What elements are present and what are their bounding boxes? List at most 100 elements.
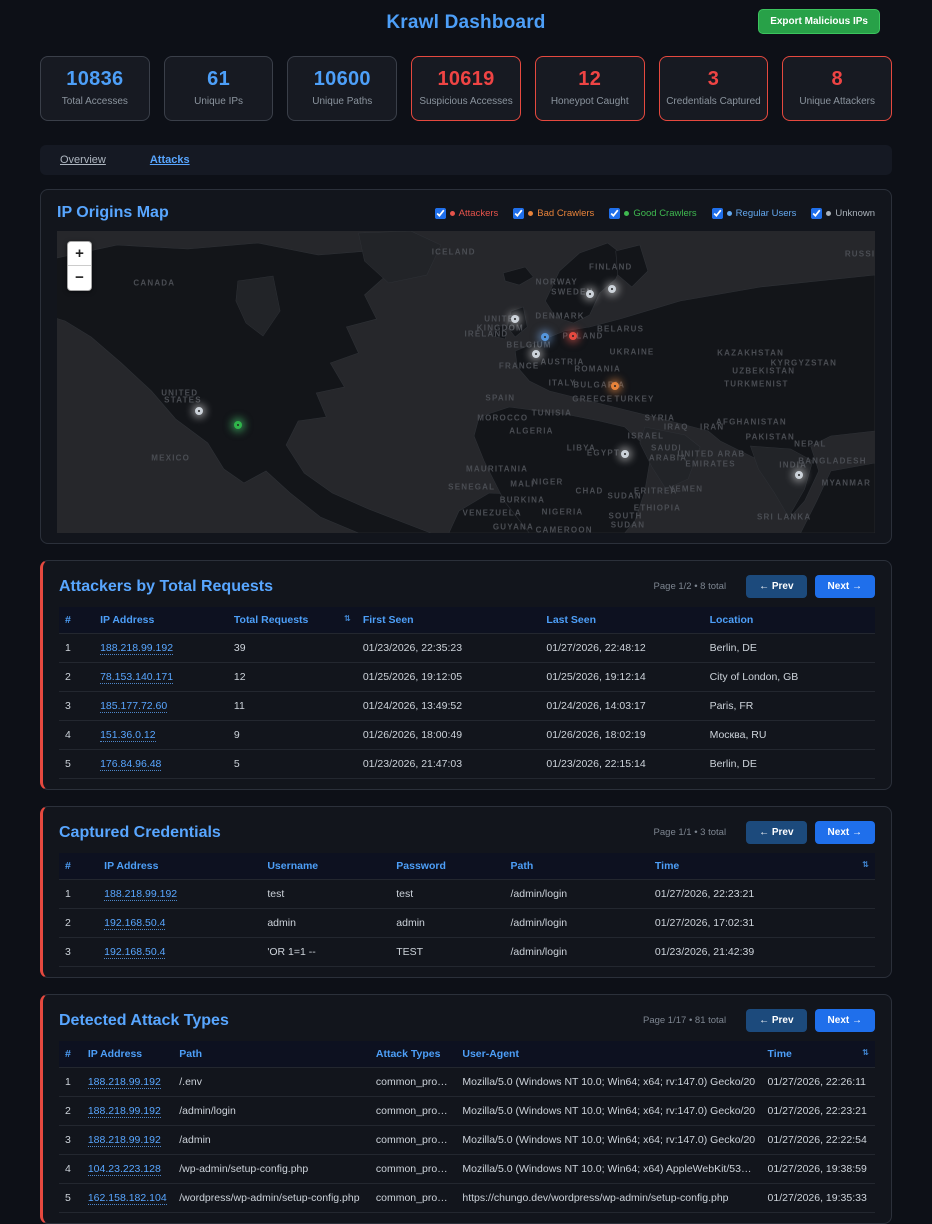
cell-time: 01/23/2026, 21:42:39 <box>649 938 875 967</box>
ip-address-link[interactable]: 104.23.223.128 <box>88 1163 161 1176</box>
cell-first-seen: 01/23/2026, 21:47:03 <box>357 750 541 779</box>
next-page-button[interactable]: Next → <box>815 821 875 844</box>
cell-: 5 <box>59 1184 82 1213</box>
column-header-ip-address[interactable]: IP Address <box>98 853 261 880</box>
ip-address-link[interactable]: 151.36.0.12 <box>100 729 155 742</box>
ip-address-link[interactable]: 188.218.99.192 <box>88 1076 161 1089</box>
page-info: Page 1/17 • 81 total <box>643 1015 726 1026</box>
column-header-username[interactable]: Username <box>261 853 390 880</box>
cell-: 2 <box>59 1097 82 1126</box>
sort-icon[interactable]: ⇅ <box>344 614 351 623</box>
legend-checkbox-regular-users[interactable] <box>712 208 723 219</box>
legend-dot-icon <box>727 211 732 216</box>
stat-label: Unique Paths <box>292 96 392 107</box>
stat-label: Total Accesses <box>45 96 145 107</box>
map-zoom-out-button[interactable]: − <box>68 266 91 290</box>
legend-item-good-crawlers[interactable]: Good Crawlers <box>609 208 696 219</box>
legend-item-regular-users[interactable]: Regular Users <box>712 208 797 219</box>
column-header-[interactable]: # <box>59 853 98 880</box>
cell-ip-address: 78.153.140.171 <box>94 663 228 692</box>
orange-map-marker[interactable] <box>611 382 619 390</box>
export-malicious-ips-button[interactable]: Export Malicious IPs <box>758 9 880 34</box>
pagination: Page 1/2 • 8 total← PrevNext → <box>654 575 875 598</box>
page-info: Page 1/1 • 3 total <box>654 827 727 838</box>
stat-card-unique-attackers: 8Unique Attackers <box>782 56 892 121</box>
blue-map-marker[interactable] <box>541 333 549 341</box>
column-header-password[interactable]: Password <box>390 853 504 880</box>
gray-map-marker[interactable] <box>608 285 616 293</box>
red-map-marker[interactable] <box>569 332 577 340</box>
ip-address-link[interactable]: 188.218.99.192 <box>88 1134 161 1147</box>
table-row: 3192.168.50.4'OR 1=1 --TEST/admin/login0… <box>59 938 875 967</box>
column-header-time[interactable]: Time⇅ <box>762 1041 875 1068</box>
tab-overview[interactable]: Overview <box>60 154 106 166</box>
column-header-first-seen[interactable]: First Seen <box>357 607 541 634</box>
legend-checkbox-good-crawlers[interactable] <box>609 208 620 219</box>
gray-map-marker[interactable] <box>532 350 540 358</box>
table-row: 1188.218.99.192/.envcommon_probesMozilla… <box>59 1068 875 1097</box>
map-zoom-in-button[interactable]: + <box>68 242 91 266</box>
cell-path: /admin/login <box>505 909 649 938</box>
tab-attacks[interactable]: Attacks <box>150 154 190 166</box>
column-header-last-seen[interactable]: Last Seen <box>540 607 703 634</box>
legend-checkbox-unknown[interactable] <box>811 208 822 219</box>
column-header-[interactable]: # <box>59 1041 82 1068</box>
stat-label: Honeypot Caught <box>540 96 640 107</box>
sort-icon[interactable]: ⇅ <box>862 1048 869 1057</box>
cell-: 5 <box>59 750 94 779</box>
ip-address-link[interactable]: 192.168.50.4 <box>104 917 165 930</box>
ip-address-link[interactable]: 188.218.99.192 <box>100 642 173 655</box>
cell-password: admin <box>390 909 504 938</box>
ip-address-link[interactable]: 162.158.182.104 <box>88 1192 167 1205</box>
column-header-[interactable]: # <box>59 607 94 634</box>
legend-checkbox-attackers[interactable] <box>435 208 446 219</box>
cell-location: Berlin, DE <box>704 750 875 779</box>
column-header-time[interactable]: Time⇅ <box>649 853 875 880</box>
column-header-ip-address[interactable]: IP Address <box>94 607 228 634</box>
legend-item-unknown[interactable]: Unknown <box>811 208 875 219</box>
ip-address-link[interactable]: 188.218.99.192 <box>88 1105 161 1118</box>
column-header-user-agent[interactable]: User-Agent <box>456 1041 761 1068</box>
column-header-ip-address[interactable]: IP Address <box>82 1041 173 1068</box>
prev-page-button[interactable]: ← Prev <box>746 575 806 598</box>
column-header-location[interactable]: Location <box>704 607 875 634</box>
table-card-header: Captured CredentialsPage 1/1 • 3 total← … <box>59 821 875 844</box>
gray-map-marker[interactable] <box>586 290 594 298</box>
column-header-path[interactable]: Path <box>505 853 649 880</box>
prev-page-button[interactable]: ← Prev <box>746 1009 806 1032</box>
prev-page-button[interactable]: ← Prev <box>746 821 806 844</box>
cell-total-requests: 9 <box>228 721 357 750</box>
green-map-marker[interactable] <box>234 421 242 429</box>
cell-: 3 <box>59 1126 82 1155</box>
table-header-row: #IP AddressPathAttack TypesUser-AgentTim… <box>59 1041 875 1068</box>
cell-ip-address: 188.218.99.192 <box>82 1068 173 1097</box>
data-table: #IP AddressUsernamePasswordPathTime⇅1188… <box>59 853 875 967</box>
ip-address-link[interactable]: 188.218.99.192 <box>104 888 177 901</box>
legend-item-bad-crawlers[interactable]: Bad Crawlers <box>513 208 594 219</box>
attackers-by-total-requests-card: Attackers by Total RequestsPage 1/2 • 8 … <box>40 560 892 790</box>
gray-map-marker[interactable] <box>195 407 203 415</box>
sort-icon[interactable]: ⇅ <box>862 860 869 869</box>
next-page-button[interactable]: Next → <box>815 575 875 598</box>
ip-address-link[interactable]: 192.168.50.4 <box>104 946 165 959</box>
column-header-path[interactable]: Path <box>173 1041 370 1068</box>
cell-attack-types: common_probes <box>370 1068 456 1097</box>
ip-address-link[interactable]: 176.84.96.48 <box>100 758 161 771</box>
next-page-button[interactable]: Next → <box>815 1009 875 1032</box>
column-header-attack-types[interactable]: Attack Types <box>370 1041 456 1068</box>
gray-map-marker[interactable] <box>511 315 519 323</box>
gray-map-marker[interactable] <box>621 450 629 458</box>
world-map[interactable]: + − CANADAICELANDRUSSIANORWAYSWEDENFINLA… <box>57 231 875 533</box>
legend-checkbox-bad-crawlers[interactable] <box>513 208 524 219</box>
cell-total-requests: 39 <box>228 634 357 663</box>
cell-last-seen: 01/25/2026, 19:12:14 <box>540 663 703 692</box>
ip-address-link[interactable]: 78.153.140.171 <box>100 671 173 684</box>
stat-label: Unique IPs <box>169 96 269 107</box>
legend-dot-icon <box>826 211 831 216</box>
map-zoom-control: + − <box>67 241 92 291</box>
ip-address-link[interactable]: 185.177.72.60 <box>100 700 167 713</box>
legend-item-attackers[interactable]: Attackers <box>435 208 499 219</box>
column-header-total-requests[interactable]: Total Requests⇅ <box>228 607 357 634</box>
cell-first-seen: 01/26/2026, 18:00:49 <box>357 721 541 750</box>
gray-map-marker[interactable] <box>795 471 803 479</box>
